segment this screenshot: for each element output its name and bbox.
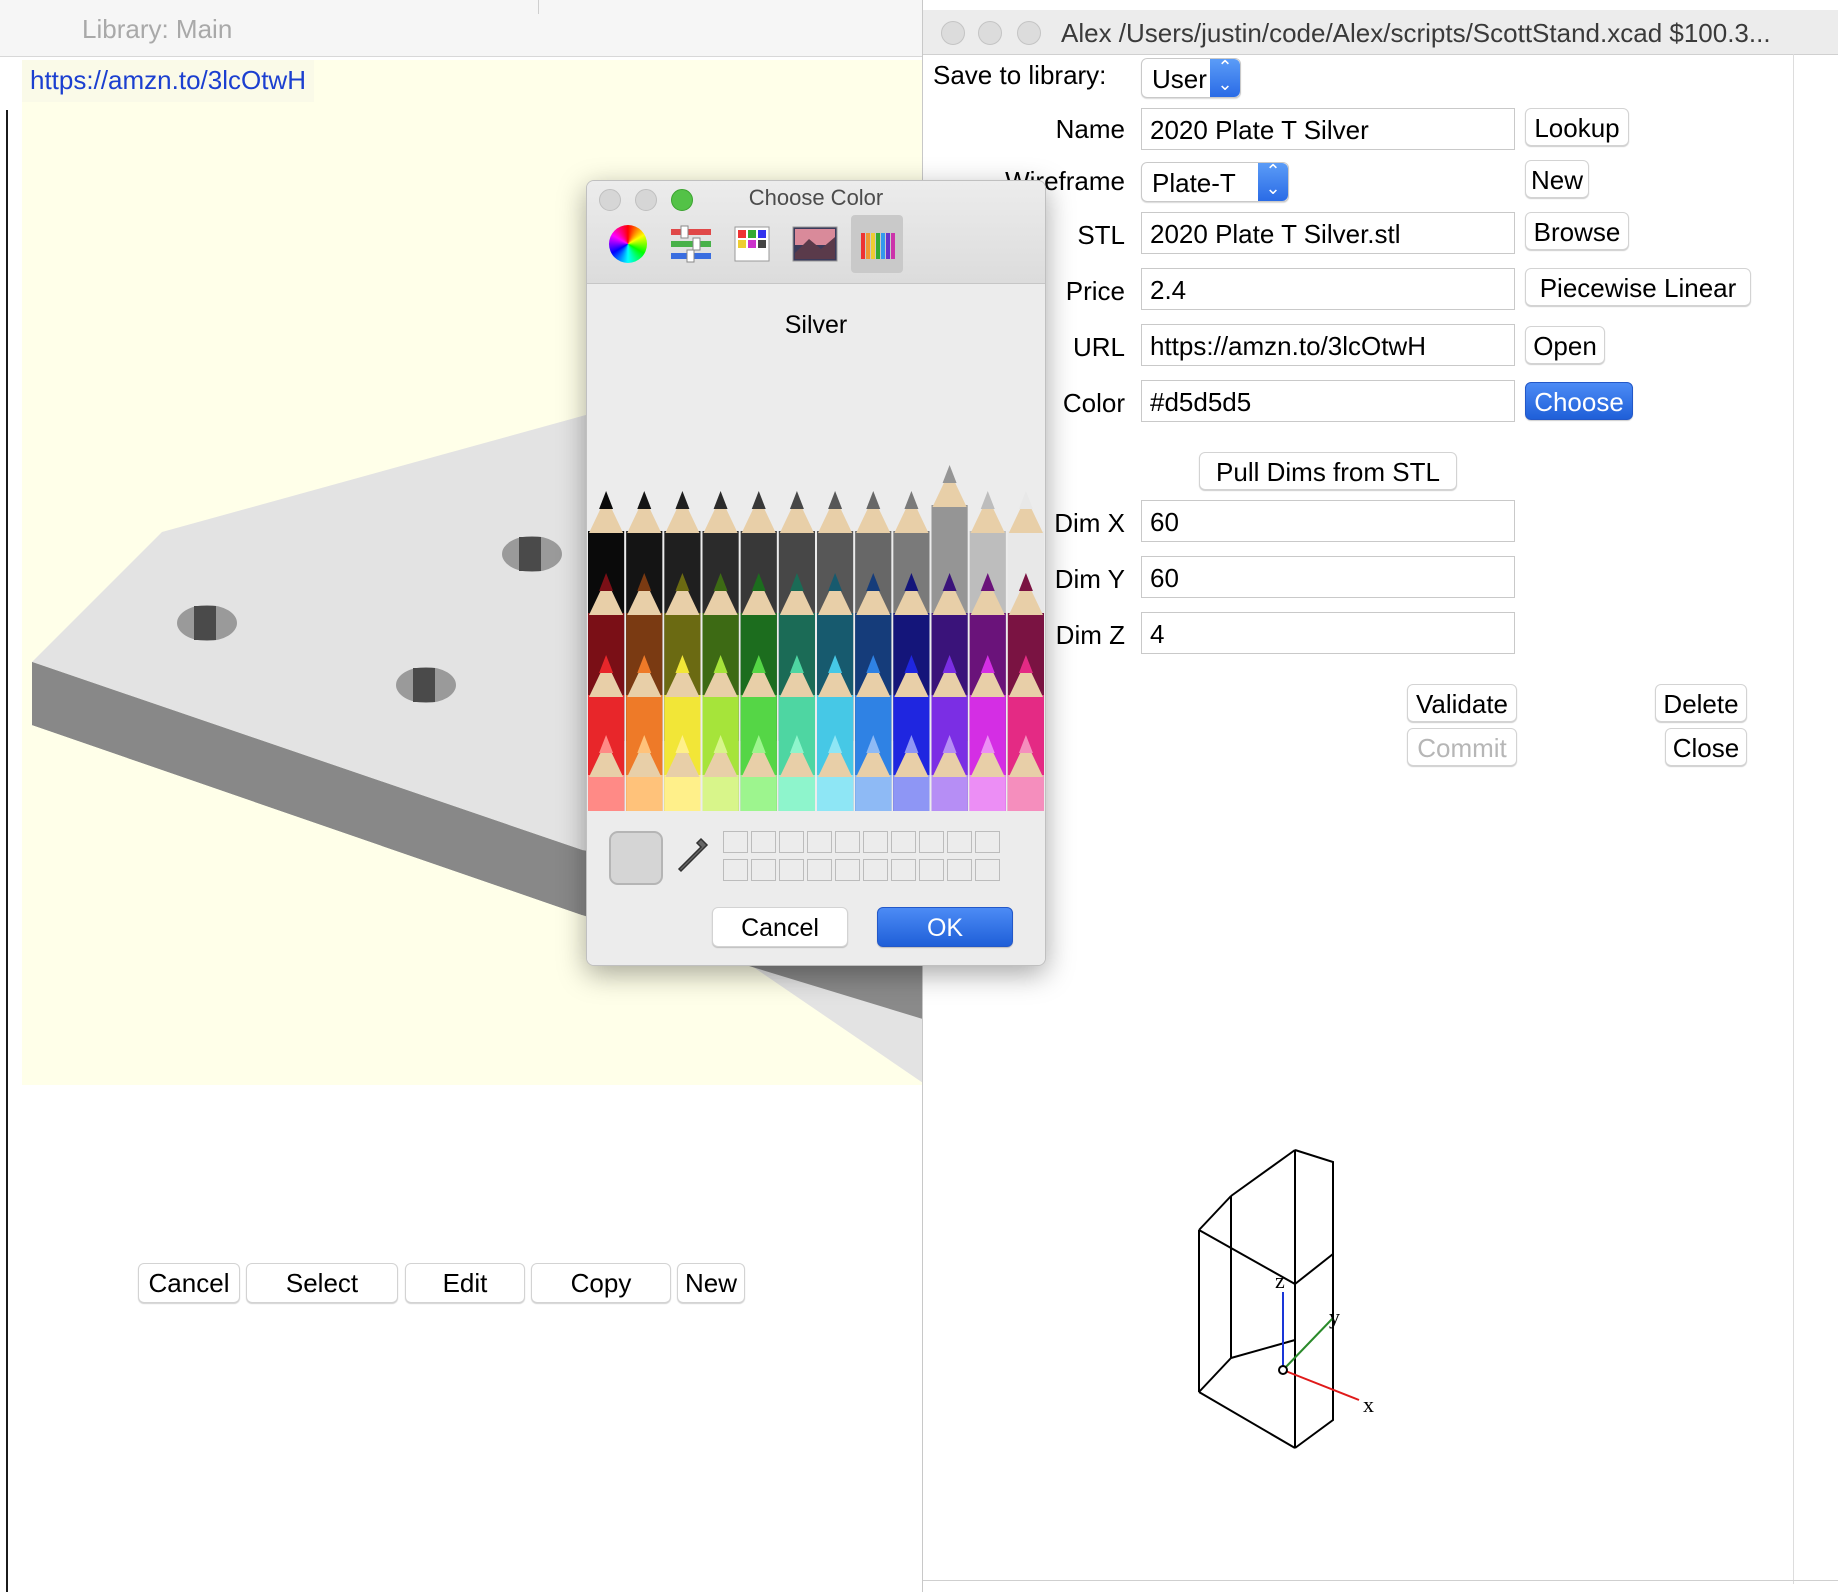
color-wheel-icon — [609, 225, 647, 263]
updown-chevron-icon: ⌃ ⌄ — [1258, 162, 1288, 201]
z-axis-label: z — [1275, 1268, 1285, 1293]
picker-ok-button[interactable]: OK — [877, 907, 1013, 947]
wireframe-select-popup[interactable]: Plate-T ⌃ ⌄ — [1141, 162, 1289, 202]
palette-grid-icon — [734, 226, 770, 262]
image-palette-icon — [792, 226, 838, 262]
library-cancel-button[interactable]: Cancel — [138, 1263, 240, 1303]
close-button[interactable]: Close — [1665, 728, 1747, 766]
plate-hole — [396, 667, 456, 703]
library-select-popup[interactable]: User ⌃ ⌄ — [1141, 58, 1241, 98]
origin-marker — [1278, 1365, 1288, 1375]
picker-toolbar: Choose Color — [587, 181, 1045, 284]
custom-swatch[interactable] — [835, 831, 860, 853]
part-detail-window: Alex /Users/justin/code/Alex/scripts/Sco… — [922, 0, 1838, 1592]
detail-titlebar: Alex /Users/justin/code/Alex/scripts/Sco… — [923, 10, 1838, 55]
plate-hole — [502, 536, 562, 572]
library-titlebar: Library: Main — [0, 0, 925, 57]
lookup-button[interactable]: Lookup — [1525, 108, 1629, 146]
custom-swatch[interactable] — [807, 831, 832, 853]
custom-swatch[interactable] — [723, 859, 748, 881]
custom-swatch[interactable] — [919, 831, 944, 853]
library-left-border — [6, 110, 8, 1592]
validate-button[interactable]: Validate — [1407, 684, 1517, 722]
dim-y-field[interactable]: 60 — [1141, 556, 1515, 598]
picker-title: Choose Color — [748, 185, 884, 210]
library-window-title: Library: Main — [82, 14, 233, 44]
picker-cancel-button[interactable]: Cancel — [712, 907, 848, 947]
save-to-library-label: Save to library: — [933, 60, 1107, 90]
custom-swatch[interactable] — [947, 859, 972, 881]
custom-swatch[interactable] — [807, 859, 832, 881]
minimize-window-icon[interactable] — [978, 21, 1002, 45]
name-field[interactable]: 2020 Plate T Silver — [1141, 108, 1515, 150]
tab-color-sliders[interactable] — [665, 215, 717, 273]
y-axis-line — [1282, 1317, 1334, 1371]
pencils-icon — [861, 233, 895, 259]
library-select-button[interactable]: Select — [246, 1263, 398, 1303]
close-window-icon[interactable] — [941, 21, 965, 45]
library-url-link[interactable]: https://amzn.to/3lcOtwH — [22, 60, 314, 102]
custom-swatch[interactable] — [975, 831, 1000, 853]
selected-color-name: Silver — [784, 311, 848, 339]
custom-swatch[interactable] — [891, 859, 916, 881]
custom-swatch[interactable] — [779, 859, 804, 881]
pencil-color-grid[interactable] — [587, 341, 1045, 811]
current-color-well[interactable] — [609, 831, 663, 885]
custom-swatch[interactable] — [723, 831, 748, 853]
library-select-value: User — [1152, 64, 1207, 94]
updown-chevron-icon: ⌃ ⌄ — [1210, 58, 1240, 97]
color-field[interactable]: #d5d5d5 — [1141, 380, 1515, 422]
custom-swatch[interactable] — [779, 831, 804, 853]
dim-z-field[interactable]: 4 — [1141, 612, 1515, 654]
color-picker-window: Choose Color Silver Cancel OK — [586, 180, 1046, 966]
custom-swatch[interactable] — [919, 859, 944, 881]
tab-image-palettes[interactable] — [789, 215, 841, 273]
tab-color-wheel[interactable] — [603, 215, 655, 273]
custom-swatches — [723, 831, 1003, 887]
library-edit-button[interactable]: Edit — [405, 1263, 525, 1303]
new-wireframe-button[interactable]: New — [1525, 160, 1589, 198]
price-field[interactable]: 2.4 — [1141, 268, 1515, 310]
open-url-button[interactable]: Open — [1525, 326, 1605, 364]
custom-swatch[interactable] — [863, 831, 888, 853]
library-new-button[interactable]: New — [677, 1263, 745, 1303]
custom-swatch[interactable] — [863, 859, 888, 881]
titlebar-divider — [538, 0, 539, 14]
url-field[interactable]: https://amzn.to/3lcOtwH — [1141, 324, 1515, 366]
plate-hole — [177, 605, 237, 641]
y-axis-label: y — [1329, 1304, 1340, 1329]
library-copy-button[interactable]: Copy — [531, 1263, 671, 1303]
custom-swatch[interactable] — [835, 859, 860, 881]
detail-scroll-divider — [1793, 54, 1794, 1584]
custom-swatch[interactable] — [975, 859, 1000, 881]
wireframe-preview: z y x — [1198, 1149, 1374, 1449]
wireframe-select-value: Plate-T — [1152, 168, 1236, 198]
piecewise-linear-button[interactable]: Piecewise Linear — [1525, 268, 1751, 306]
custom-swatch[interactable] — [751, 831, 776, 853]
name-label: Name — [1055, 114, 1125, 144]
sliders-icon — [671, 225, 711, 263]
custom-swatch[interactable] — [947, 831, 972, 853]
eyedropper-icon[interactable] — [675, 835, 711, 879]
custom-swatch[interactable] — [751, 859, 776, 881]
pull-dims-button[interactable]: Pull Dims from STL — [1199, 452, 1457, 490]
custom-swatch[interactable] — [891, 831, 916, 853]
commit-button[interactable]: Commit — [1407, 728, 1517, 766]
delete-button[interactable]: Delete — [1655, 684, 1747, 722]
browse-button[interactable]: Browse — [1525, 212, 1629, 250]
zoom-window-icon[interactable] — [1017, 21, 1041, 45]
x-axis-label: x — [1363, 1392, 1374, 1417]
detail-window-title: Alex /Users/justin/code/Alex/scripts/Sco… — [1061, 18, 1771, 48]
detail-bottom-edge — [923, 1580, 1838, 1581]
tab-pencils[interactable] — [851, 215, 903, 273]
stl-field[interactable]: 2020 Plate T Silver.stl — [1141, 212, 1515, 254]
tab-color-palettes[interactable] — [727, 215, 779, 273]
choose-color-button[interactable]: Choose — [1525, 382, 1633, 420]
dim-x-field[interactable]: 60 — [1141, 500, 1515, 542]
